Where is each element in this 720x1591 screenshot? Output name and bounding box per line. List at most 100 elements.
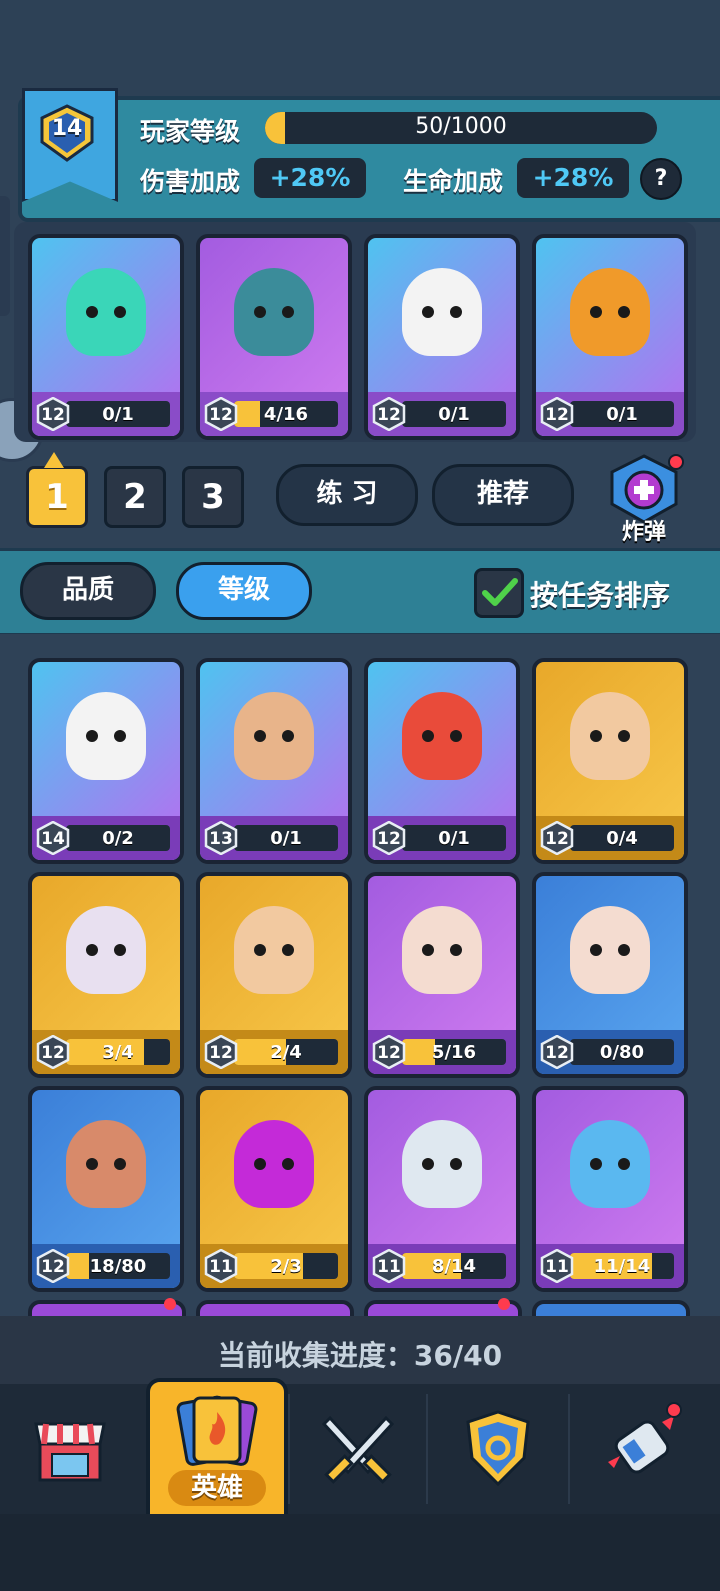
hero-avatar: [66, 906, 146, 994]
shard-progress-text: 3/4: [102, 1042, 134, 1063]
hero-card[interactable]: 0/80 12: [532, 872, 688, 1078]
hero-avatar: [234, 268, 314, 356]
selected-tab-arrow-icon: [44, 452, 64, 468]
hero-level: 12: [377, 405, 401, 425]
notification-dot: [666, 1402, 682, 1418]
hero-card[interactable]: 2/3 11: [196, 1086, 352, 1292]
hero-card[interactable]: 3/4 12: [28, 872, 184, 1078]
sort-by-task-checkbox[interactable]: [474, 568, 524, 618]
hero-eye: [86, 944, 98, 956]
shard-progress-text: 0/1: [438, 828, 470, 849]
quality-filter-button[interactable]: 品质: [20, 562, 156, 620]
hero-eye: [618, 944, 630, 956]
shield-crest-icon: [466, 1410, 530, 1487]
shard-progress-text: 2/3: [270, 1256, 302, 1277]
level-filter-button[interactable]: 等级: [176, 562, 312, 620]
hero-eye: [422, 1158, 434, 1170]
hero-card[interactable]: 11/14 11: [532, 1086, 688, 1292]
hero-card[interactable]: 18/80 12: [28, 1086, 184, 1292]
hero-eye: [282, 944, 294, 956]
hero-card[interactable]: 0/1 12: [364, 234, 520, 440]
crossed-swords-icon: [321, 1415, 395, 1484]
side-edge-tab[interactable]: [0, 196, 10, 316]
hero-level: 11: [377, 1257, 401, 1277]
hero-eye: [618, 730, 630, 742]
hero-card[interactable]: 4/16 12: [196, 234, 352, 440]
shard-progress-text: 0/1: [102, 404, 134, 425]
hero-level: 12: [209, 405, 233, 425]
hero-avatar: [234, 906, 314, 994]
xp-progress-text: 50/1000: [415, 114, 507, 139]
hero-eye: [590, 306, 602, 318]
hero-level: 11: [209, 1257, 233, 1277]
sort-by-task-label: 按任务排序: [530, 579, 671, 612]
hero-card[interactable]: 0/1 12: [28, 234, 184, 440]
hero-avatar: [570, 692, 650, 780]
hero-eye: [282, 1158, 294, 1170]
nav-shop[interactable]: [30, 1410, 110, 1490]
hero-avatar: [402, 692, 482, 780]
bomb-button[interactable]: 炸弹: [602, 454, 686, 545]
health-bonus-label: 生命加成: [403, 167, 504, 196]
help-button[interactable]: ?: [640, 158, 682, 200]
hero-eye: [114, 1158, 126, 1170]
shard-progress-text: 11/14: [593, 1256, 651, 1277]
hero-eye: [254, 730, 266, 742]
nav-battle[interactable]: [316, 1408, 400, 1492]
collection-value: 36/40: [413, 1339, 503, 1372]
player-level-value: 14: [51, 116, 83, 141]
nav-heroes[interactable]: 英雄: [146, 1378, 288, 1522]
hero-card[interactable]: 0/2 14: [28, 658, 184, 864]
hero-eye: [590, 1158, 602, 1170]
hero-eye: [450, 730, 462, 742]
hero-level: 12: [41, 1257, 65, 1277]
shard-progress-text: 8/14: [431, 1256, 477, 1277]
deck-tab-3[interactable]: 3: [182, 466, 244, 528]
nav-divider: [568, 1394, 570, 1504]
hero-level: 14: [41, 829, 65, 849]
hero-eye: [254, 944, 266, 956]
shard-progress-text: 0/4: [606, 828, 638, 849]
hero-avatar: [402, 268, 482, 356]
health-bonus-value: +28%: [517, 158, 629, 198]
nav-divider: [288, 1394, 290, 1504]
shard-progress-text: 2/4: [270, 1042, 302, 1063]
nav-heroes-label: 英雄: [168, 1470, 266, 1506]
top-background: [0, 0, 720, 100]
hero-avatar: [66, 268, 146, 356]
hero-card[interactable]: 5/16 12: [364, 872, 520, 1078]
hero-card[interactable]: 0/1 12: [364, 658, 520, 864]
system-bar: [0, 1514, 720, 1591]
practice-button[interactable]: 练 习: [276, 464, 418, 526]
hero-card[interactable]: 0/1 13: [196, 658, 352, 864]
hero-eye: [254, 1158, 266, 1170]
damage-bonus-value: +28%: [254, 158, 366, 198]
hero-eye: [282, 730, 294, 742]
recommend-button[interactable]: 推荐: [432, 464, 574, 526]
deck-tab-1[interactable]: 1: [26, 466, 88, 528]
hero-card[interactable]: 0/4 12: [532, 658, 688, 864]
hero-avatar: [402, 1120, 482, 1208]
deck-tab-2[interactable]: 2: [104, 466, 166, 528]
nav-clan[interactable]: [462, 1406, 534, 1490]
hero-eye: [450, 1158, 462, 1170]
shard-progress-text: 0/1: [438, 404, 470, 425]
hero-cards-icon: [176, 1395, 258, 1466]
hero-level: 12: [545, 405, 569, 425]
shard-progress-text: 0/2: [102, 828, 134, 849]
hero-eye: [254, 306, 266, 318]
shop-icon: [34, 1422, 106, 1482]
hero-eye: [618, 306, 630, 318]
hero-avatar: [570, 906, 650, 994]
hero-level: 12: [41, 405, 65, 425]
hero-card[interactable]: 2/4 12: [196, 872, 352, 1078]
shard-progress-text: 0/1: [606, 404, 638, 425]
hero-card[interactable]: 0/1 12: [532, 234, 688, 440]
hero-eye: [114, 944, 126, 956]
nav-upgrade[interactable]: [600, 1402, 684, 1490]
notification-dot: [498, 1298, 510, 1310]
hero-level: 13: [209, 829, 233, 849]
hero-eye: [450, 944, 462, 956]
hero-card[interactable]: 8/14 11: [364, 1086, 520, 1292]
shard-progress-text: 5/16: [431, 1042, 477, 1063]
